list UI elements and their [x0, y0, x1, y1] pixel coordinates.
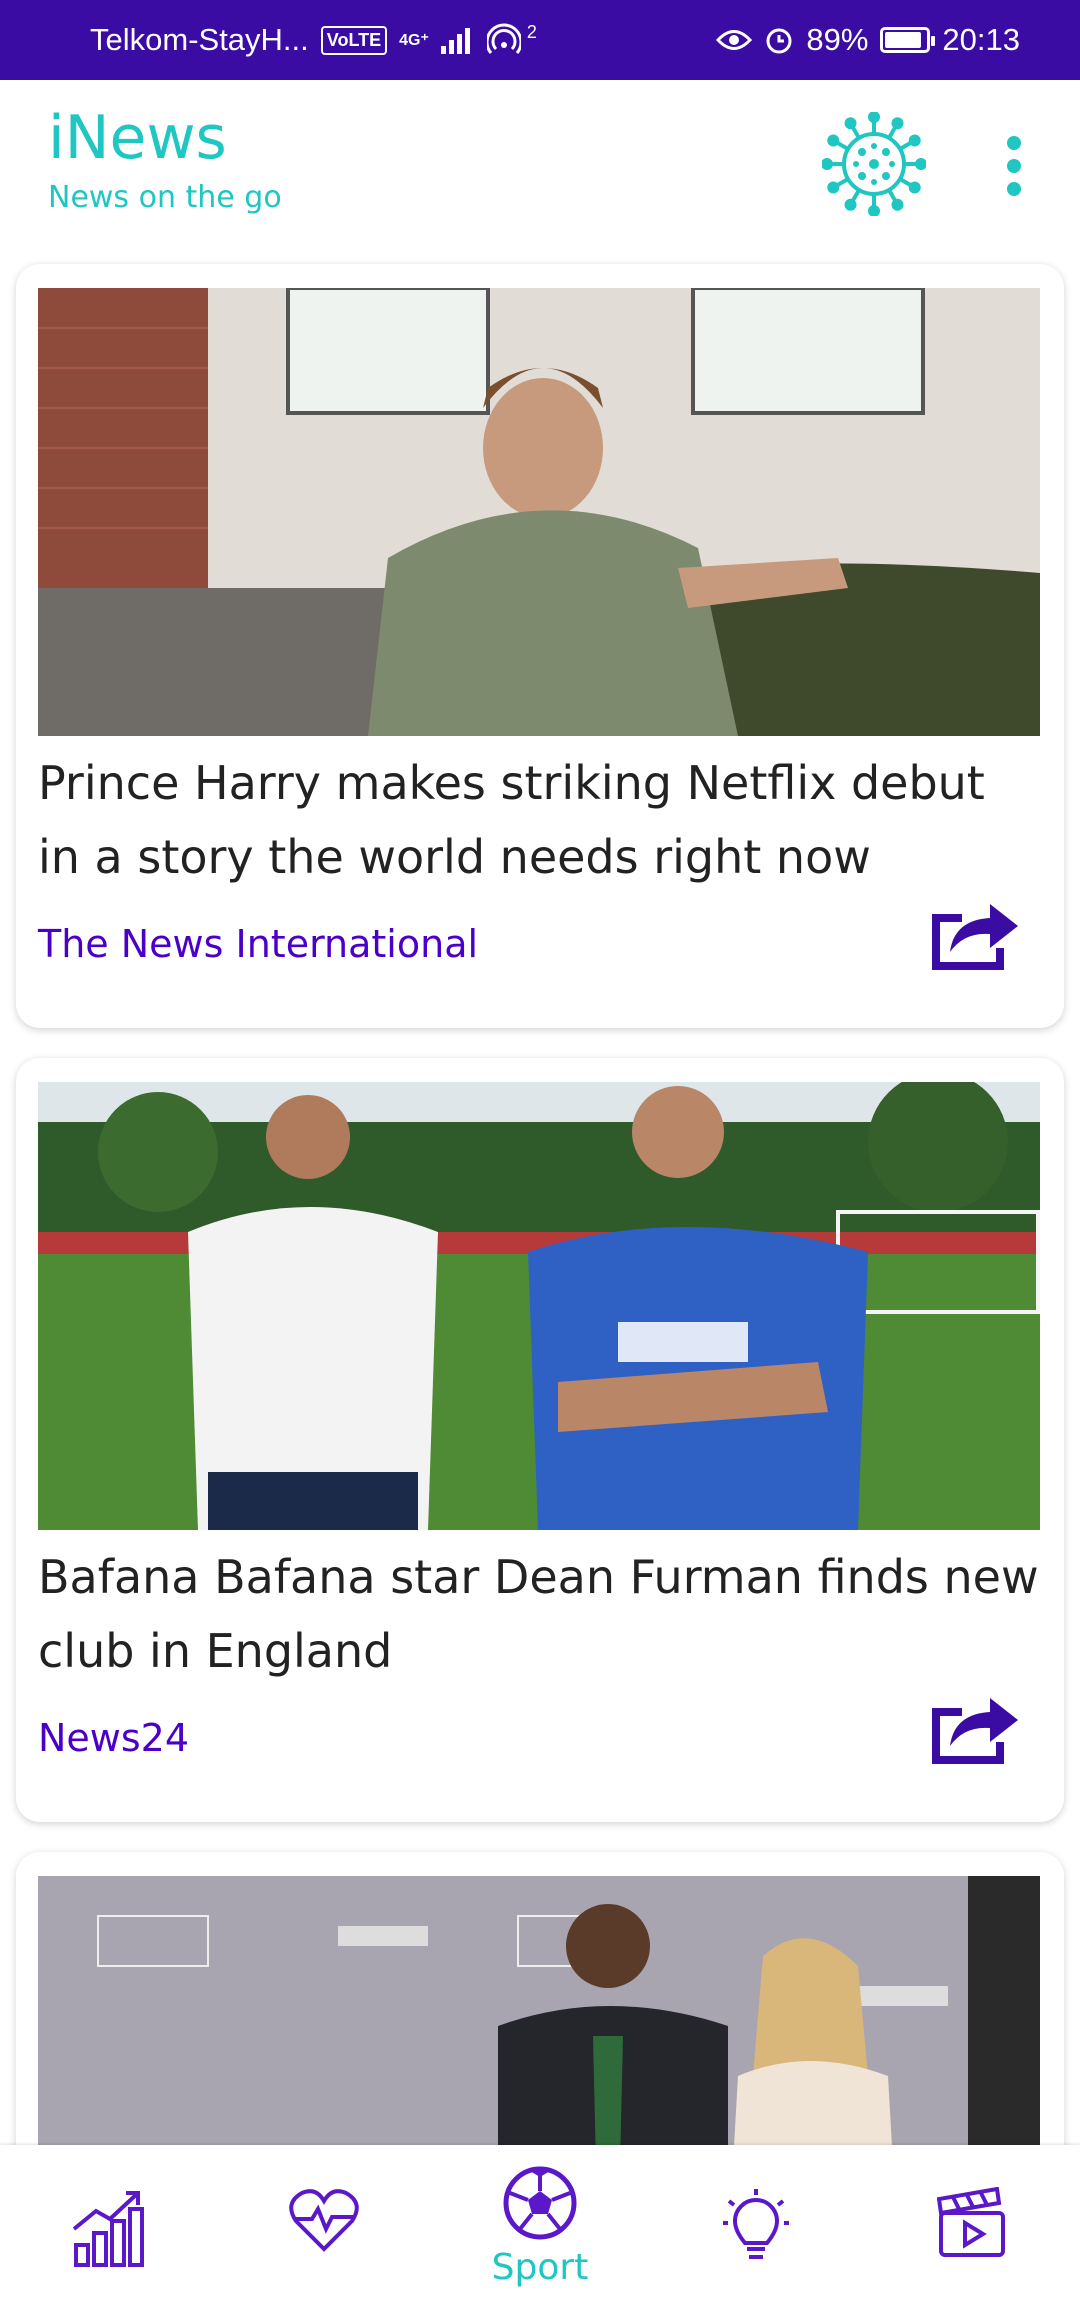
bottom-nav: Sport: [0, 2145, 1080, 2312]
photo-football-pitch: [38, 1082, 1040, 1530]
article-source: The News International: [38, 922, 479, 966]
nav-item-health[interactable]: [216, 2145, 432, 2312]
battery-percent: 89%: [806, 22, 869, 57]
heartbeat-icon: [289, 2189, 359, 2252]
clock: 20:13: [942, 22, 1020, 57]
nav-item-ideas[interactable]: [648, 2145, 864, 2312]
article-image[interactable]: [38, 288, 1040, 736]
article-source: News24: [38, 1716, 190, 1760]
article-card[interactable]: Bafana Bafana star Dean Furman finds new…: [16, 1058, 1064, 1822]
nav-label-sport: Sport: [491, 2247, 589, 2288]
app-title: iNews: [48, 103, 227, 173]
battery-icon: [880, 27, 936, 53]
clapperboard-icon: [937, 2187, 1005, 2257]
article-image[interactable]: [38, 1082, 1040, 1530]
article-card[interactable]: Prince Harry makes striking Netflix debu…: [16, 264, 1064, 1028]
hotspot-count: 2: [526, 22, 537, 42]
brand: iNews News on the go: [48, 102, 282, 218]
photo-awards-event: [38, 1876, 1040, 2145]
news-feed[interactable]: Prince Harry makes striking Netflix debu…: [0, 250, 1080, 2145]
alarm-icon: [766, 28, 792, 54]
volte-badge: VoLTE: [320, 25, 388, 55]
hotspot-icon: [486, 23, 521, 54]
soccer-ball-icon: [503, 2166, 577, 2240]
chart-icon: [72, 2191, 144, 2267]
virus-icon[interactable]: [822, 112, 926, 216]
more-vert-icon[interactable]: [1000, 136, 1028, 196]
status-left: Telkom-StayH... VoLTE 4G⁺ 2: [90, 22, 537, 58]
status-right: 89% 20:13: [716, 22, 1020, 58]
signal-icon: [440, 28, 470, 54]
nav-item-videos[interactable]: [864, 2145, 1080, 2312]
article-image[interactable]: [38, 1876, 1040, 2145]
article-card[interactable]: [16, 1852, 1064, 2145]
nav-item-stats[interactable]: [0, 2145, 216, 2312]
nav-item-sport[interactable]: Sport: [432, 2145, 648, 2312]
share-icon[interactable]: [926, 892, 1022, 972]
share-icon[interactable]: [926, 1686, 1022, 1766]
status-bar: Telkom-StayH... VoLTE 4G⁺ 2 89% 20:13: [0, 0, 1080, 80]
app-subtitle: News on the go: [48, 180, 282, 215]
app-bar: iNews News on the go: [0, 80, 1080, 250]
lightbulb-icon: [723, 2189, 789, 2259]
article-title[interactable]: Prince Harry makes striking Netflix debu…: [38, 746, 1040, 894]
network-type: 4G⁺: [399, 32, 429, 49]
photo-man-on-sofa: [38, 288, 1040, 736]
eye-comfort-icon: [716, 30, 753, 50]
carrier-name: Telkom-StayH...: [90, 22, 309, 57]
article-title[interactable]: Bafana Bafana star Dean Furman finds new…: [38, 1540, 1040, 1688]
